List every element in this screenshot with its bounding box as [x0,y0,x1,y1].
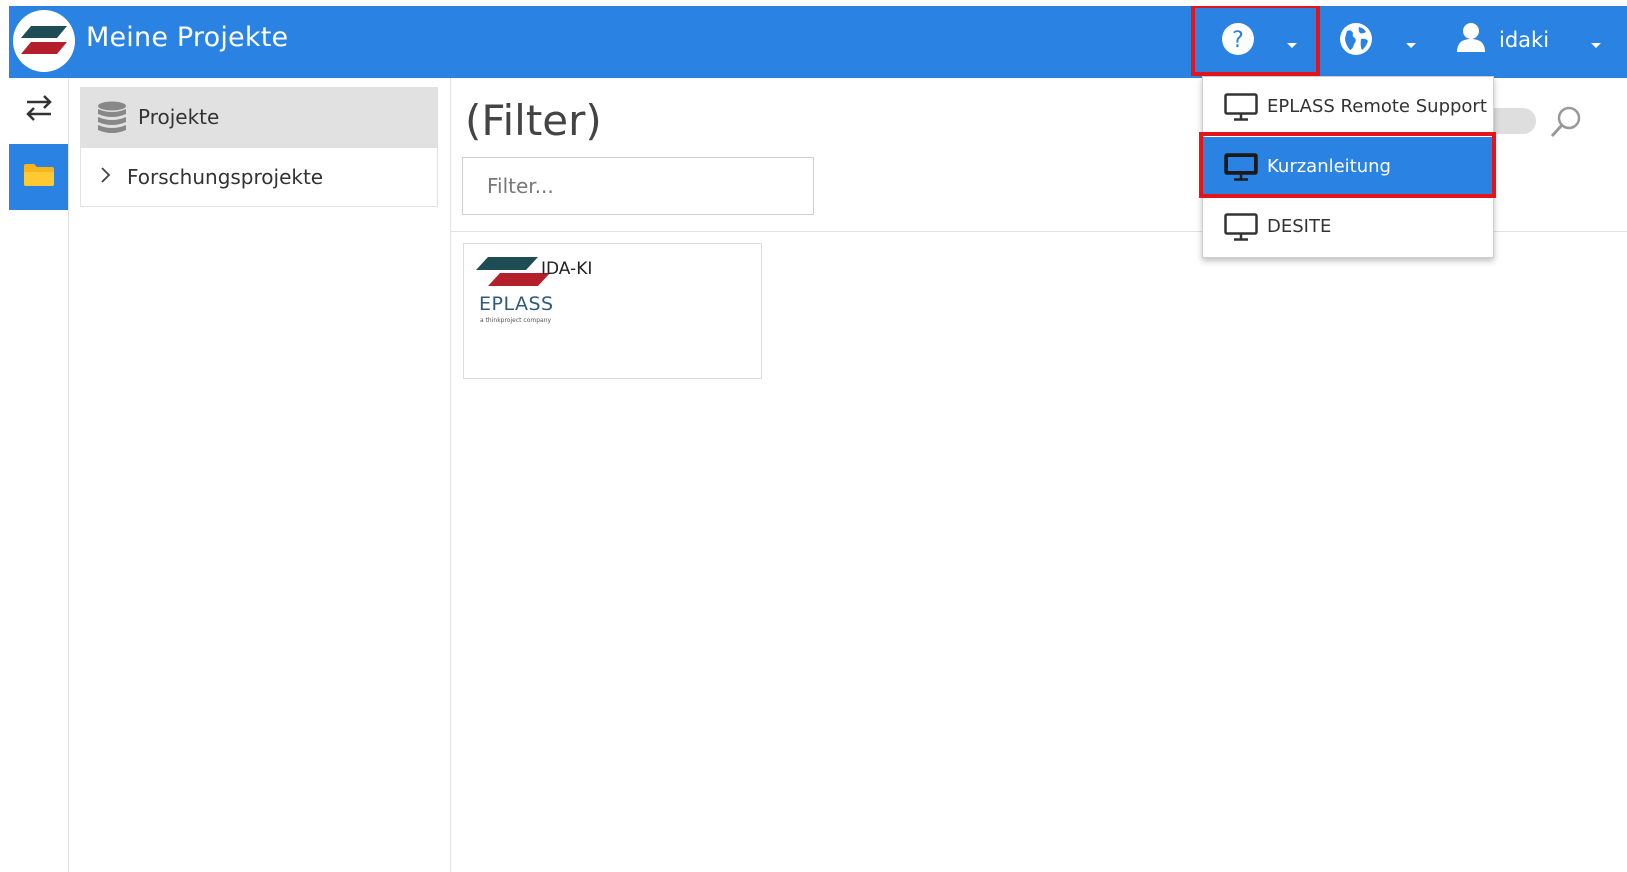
project-title: IDA-KI [541,259,593,279]
user-icon [1455,21,1487,57]
tree-root-label: Projekte [138,105,220,129]
question-circle-icon: ? [1221,22,1255,60]
search-icon[interactable] [1544,103,1584,147]
caret-down-icon [1406,43,1416,48]
projects-rail-button[interactable] [9,144,68,210]
help-menu-button[interactable]: ? [1194,6,1318,78]
help-dropdown-menu: EPLASS Remote Support Kurzanleitung DESI… [1202,76,1494,258]
language-menu-button[interactable] [1329,6,1429,78]
top-bar: Meine Projekte ? idaki [9,6,1627,78]
app-frame: Meine Projekte ? idaki Projekte Forschun… [9,6,1627,872]
swap-arrows-icon [24,95,54,125]
tree-root-projekte[interactable]: Projekte [80,87,438,148]
page-title: Meine Projekte [86,22,289,53]
menu-item-label: EPLASS Remote Support [1267,96,1487,117]
menu-item-label: Kurzanleitung [1267,156,1391,177]
swap-view-button[interactable] [9,78,68,142]
project-tree: Projekte Forschungsprojekte [69,78,451,872]
chevron-right-icon[interactable] [100,166,112,188]
user-menu-button[interactable]: idaki [1449,6,1627,78]
username-label: idaki [1499,28,1550,52]
menu-item-label: DESITE [1267,216,1332,237]
monitor-icon [1224,153,1258,185]
project-brand-sub: a thinkproject company [480,317,552,324]
svg-text:?: ? [1232,28,1244,53]
folder-icon [23,163,55,191]
monitor-icon [1224,93,1258,125]
filter-input[interactable] [462,157,814,215]
globe-icon [1339,22,1373,60]
menu-item-desite[interactable]: DESITE [1203,197,1493,257]
caret-down-icon [1287,43,1297,48]
tree-item-label: Forschungsprojekte [127,165,324,189]
menu-item-kurzanleitung[interactable]: Kurzanleitung [1203,137,1493,197]
project-brand: EPLASS [479,293,554,315]
app-logo[interactable] [13,10,75,72]
caret-down-icon [1591,43,1601,48]
monitor-icon [1224,213,1258,245]
left-rail [9,78,69,872]
project-card[interactable]: IDA-KI EPLASS a thinkproject company [463,243,762,379]
filter-title: (Filter) [465,96,602,145]
database-icon [97,101,127,139]
tree-item-forschungsprojekte[interactable]: Forschungsprojekte [80,148,438,207]
menu-item-remote-support[interactable]: EPLASS Remote Support [1203,77,1493,137]
